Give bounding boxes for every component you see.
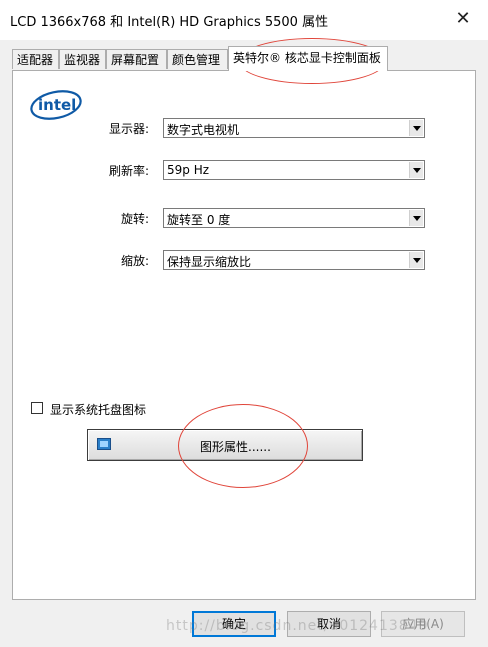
chevron-down-icon[interactable] <box>409 252 423 268</box>
scaling-select-value: 保持显示缩放比 <box>167 255 252 269</box>
tray-icon-checkbox-label[interactable]: 显示系统托盘图标 <box>50 401 146 418</box>
refresh-rate-label: 刷新率: <box>108 164 149 178</box>
chevron-down-icon[interactable] <box>409 210 423 226</box>
refresh-rate-select[interactable]: 59p Hz <box>163 160 425 180</box>
graphics-control-panel-icon <box>97 438 111 450</box>
tray-icon-checkbox[interactable] <box>31 402 43 414</box>
chevron-down-icon[interactable] <box>409 162 423 178</box>
tab-adapter[interactable]: 适配器 <box>12 49 59 69</box>
tab-monitor[interactable]: 监视器 <box>59 49 106 69</box>
cancel-button[interactable]: 取消 <box>287 611 371 637</box>
refresh-rate-select-value: 59p Hz <box>167 163 210 177</box>
close-button[interactable]: ✕ <box>452 8 474 30</box>
tab-screen-config[interactable]: 屏幕配置 <box>106 49 167 69</box>
scaling-select[interactable]: 保持显示缩放比 <box>163 250 425 270</box>
display-select[interactable]: 数字式电视机 <box>163 118 425 138</box>
window-title: LCD 1366x768 和 Intel(R) HD Graphics 5500… <box>10 15 329 30</box>
rotation-label: 旋转: <box>120 212 149 226</box>
tab-panel-intel: intel 显示器: 数字式电视机 刷新率: 59p Hz 旋转: 旋转至 0 … <box>12 70 476 600</box>
intel-logo: intel <box>30 90 82 120</box>
ok-button[interactable]: 确定 <box>192 611 276 637</box>
apply-button[interactable]: 应用(A) <box>381 611 465 637</box>
scaling-label: 缩放: <box>120 254 149 268</box>
rotation-select[interactable]: 旋转至 0 度 <box>163 208 425 228</box>
graphics-properties-button-label: 图形属性...... <box>200 440 271 454</box>
rotation-select-value: 旋转至 0 度 <box>167 213 231 227</box>
properties-dialog: LCD 1366x768 和 Intel(R) HD Graphics 5500… <box>0 0 488 647</box>
tab-intel-graphics-control-panel[interactable]: 英特尔® 核芯显卡控制面板 <box>228 46 388 71</box>
graphics-properties-button[interactable]: 图形属性...... <box>87 429 363 461</box>
chevron-down-icon[interactable] <box>409 120 423 136</box>
dialog-client-area: 适配器 监视器 屏幕配置 颜色管理 英特尔® 核芯显卡控制面板 intel 显示… <box>0 40 488 647</box>
display-label: 显示器: <box>108 122 149 136</box>
tab-color-management[interactable]: 颜色管理 <box>167 49 228 69</box>
intel-logo-text: intel <box>38 96 76 114</box>
display-select-value: 数字式电视机 <box>167 123 240 137</box>
title-bar[interactable]: LCD 1366x768 和 Intel(R) HD Graphics 5500… <box>0 0 488 40</box>
